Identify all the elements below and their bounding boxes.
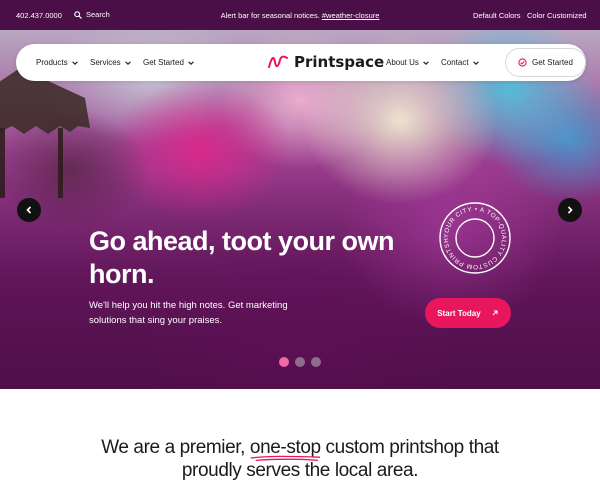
site-logo[interactable]: Printspace: [268, 53, 384, 71]
carousel-next-button[interactable]: [558, 198, 582, 222]
chevron-down-icon: [71, 60, 78, 65]
get-started-label: Get Started: [532, 58, 573, 67]
start-today-button[interactable]: Start Today: [425, 298, 511, 328]
chevron-down-icon: [472, 60, 479, 65]
alert-link[interactable]: #weather-closure: [322, 11, 380, 20]
intro-statement: We are a premier, one-stop custom prints…: [0, 436, 600, 482]
search-label: Search: [86, 10, 110, 19]
chevron-down-icon: [423, 60, 429, 65]
hero-headline: Go ahead, toot your own horn.: [89, 226, 395, 289]
check-circle-icon: [518, 58, 527, 67]
slide-dot-1[interactable]: [279, 357, 289, 367]
slide-dot-3[interactable]: [311, 357, 321, 367]
slide-dot-2[interactable]: [295, 357, 305, 367]
alert-text: Alert bar for seasonal notices.: [220, 11, 320, 20]
stamp-badge: YOUR CITY • A TOP-QUALITY CUSTOM PRINTSH…: [437, 200, 511, 274]
chevron-down-icon: [188, 60, 194, 65]
nav-services[interactable]: Services: [90, 58, 132, 67]
intro-text-1: We are a premier,: [101, 437, 250, 458]
utility-bar: 402.437.0000 Search Alert bar for season…: [0, 0, 600, 30]
intro-text-2: custom printshop that: [320, 437, 500, 458]
nav-contact[interactable]: Contact: [441, 58, 480, 67]
nav-contact-label: Contact: [441, 58, 469, 67]
logo-text: Printspace: [294, 53, 385, 71]
search-icon: [74, 10, 82, 19]
logo-mark-icon: [268, 55, 288, 68]
nav-products-label: Products: [36, 58, 68, 67]
phone-link[interactable]: 402.437.0000: [16, 11, 62, 20]
start-today-label: Start Today: [437, 308, 481, 318]
chevron-down-icon: [124, 60, 131, 65]
get-started-button[interactable]: Get Started: [505, 48, 586, 77]
nav-services-label: Services: [90, 58, 121, 67]
main-nav: Products Services Get Started Printspace…: [16, 44, 586, 81]
default-colors-link[interactable]: Default Colors: [473, 11, 521, 20]
nav-about-us[interactable]: About Us: [386, 58, 430, 67]
search-link[interactable]: Search: [74, 10, 110, 19]
carousel-prev-button[interactable]: [17, 198, 41, 222]
nav-get-started[interactable]: Get Started: [143, 58, 195, 67]
arrow-up-right-icon: [492, 310, 498, 316]
chevron-right-icon: [567, 206, 573, 214]
intro-line-1: We are a premier, one-stop custom prints…: [0, 436, 600, 462]
intro-line-2: proudly serves the local area.: [181, 460, 419, 481]
intro-highlight: one-stop: [250, 436, 321, 462]
nav-about-label: About Us: [386, 58, 419, 67]
nav-get-started-label: Get Started: [143, 58, 184, 67]
underline-swash: [250, 455, 320, 462]
hero-subtitle: We'll help you hit the high notes. Get m…: [89, 300, 288, 326]
nav-products[interactable]: Products: [36, 58, 79, 67]
color-customized-link[interactable]: Color Customized: [527, 11, 587, 20]
chevron-left-icon: [26, 206, 32, 214]
